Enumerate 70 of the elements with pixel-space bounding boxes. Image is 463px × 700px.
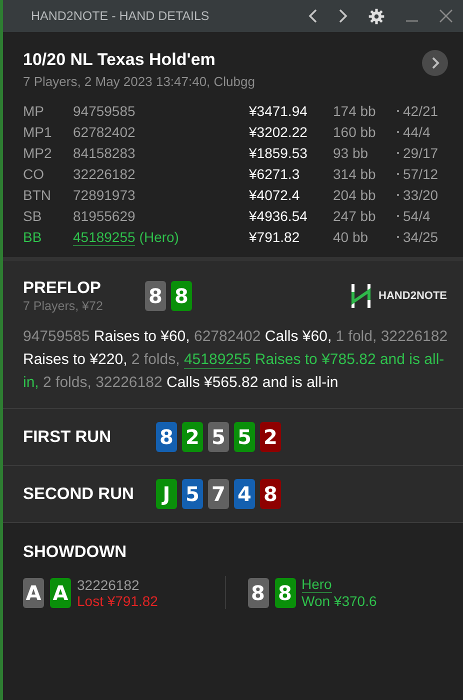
player-bb: 174 bb	[333, 103, 377, 119]
player-name: 32226182	[77, 576, 140, 592]
playing-card: 8	[274, 578, 296, 608]
game-title: 10/20 NL Texas Hold'em	[23, 50, 216, 70]
player-name: 94759585	[73, 103, 136, 119]
logo-icon	[350, 282, 371, 310]
player-name: 81955629	[73, 208, 136, 224]
player-name: 72891973	[73, 187, 136, 203]
player-bb: 314 bb	[333, 166, 377, 182]
player-stats: 33/20	[403, 187, 440, 203]
playing-card: 7	[208, 479, 229, 509]
action-text: 94759585 Raises to ¥60, 62782402 Calls ¥60, 1 fold, 32226182 Raises to ¥220, 2 folds, 45189255 Raises to ¥785.82 and is all-in, 2 folds, 32226182 Calls ¥565.82 and is all-in	[23, 327, 449, 393]
player-position: BTN	[23, 187, 52, 203]
player-position: BB	[23, 229, 43, 245]
player-position: MP	[23, 103, 45, 119]
player-bb: 93 bb	[333, 145, 370, 161]
player-stack: ¥4072.4	[249, 187, 301, 203]
player-bb: 204 bb	[333, 187, 377, 203]
player-stats: 57/12	[403, 166, 440, 182]
section-title: PREFLOP	[23, 279, 102, 298]
player-stack: ¥3471.94	[249, 103, 308, 119]
player-link[interactable]: 45189255	[184, 351, 251, 369]
player-name: 62782402	[73, 124, 136, 140]
game-subtitle: 7 Players, 2 May 2023 13:47:40, Clubgg	[23, 74, 255, 89]
player-position: MP2	[23, 145, 53, 161]
playing-card: 8	[156, 422, 177, 452]
player-stack: ¥791.82	[249, 229, 301, 245]
playing-card: 8	[171, 281, 192, 311]
playing-card: A	[50, 578, 71, 608]
player-name: 84158283	[73, 145, 136, 161]
playing-card: 4	[234, 479, 255, 509]
player-stack: ¥4936.54	[249, 208, 308, 224]
playing-card: 2	[182, 422, 203, 452]
section-title: FIRST RUN	[23, 428, 112, 446]
playing-card: 2	[260, 422, 281, 452]
playing-card: 5	[208, 422, 229, 452]
player-stats: 44/4	[403, 124, 432, 140]
player-name-link[interactable]: Hero	[302, 576, 332, 593]
section-title: SECOND RUN	[23, 484, 135, 504]
playing-card: A	[23, 578, 44, 608]
hero-tag: (Hero)	[139, 229, 179, 245]
hand-result: Won ¥370.6	[302, 593, 377, 609]
playing-card: 8	[260, 479, 281, 509]
player-name: 32226182	[73, 166, 136, 182]
playing-card: 5	[234, 422, 255, 452]
player-stack: ¥1859.53	[249, 145, 308, 161]
player-name-link[interactable]: 45189255	[73, 229, 136, 246]
player-stack: ¥6271.3	[249, 166, 301, 182]
player-bb: 247 bb	[333, 208, 377, 224]
player-position: MP1	[23, 124, 53, 140]
player-stats: 29/17	[403, 145, 440, 161]
player-bb: 160 bb	[333, 124, 377, 140]
player-stats: 42/21	[403, 103, 440, 119]
player-stats: 34/25	[403, 229, 440, 245]
playing-card: J	[156, 479, 177, 509]
section-subtitle: 7 Players, ¥72	[23, 299, 104, 313]
window-title: HAND2NOTE - HAND DETAILS	[31, 9, 210, 23]
player-bb: 40 bb	[333, 229, 370, 245]
close-icon[interactable]	[439, 9, 453, 23]
player-stats: 54/4	[403, 208, 432, 224]
player-stack: ¥3202.22	[249, 124, 308, 140]
playing-card: 8	[145, 281, 166, 311]
logo-text: HAND2NOTE	[378, 290, 447, 302]
playing-card: 5	[182, 479, 203, 509]
settings-icon[interactable]	[368, 8, 385, 24]
player-position: CO	[23, 166, 45, 182]
section-title: SHOWDOWN	[23, 543, 128, 562]
playing-card: 8	[248, 578, 268, 608]
hand-result: Lost ¥791.82	[77, 592, 158, 608]
player-position: SB	[23, 208, 43, 224]
